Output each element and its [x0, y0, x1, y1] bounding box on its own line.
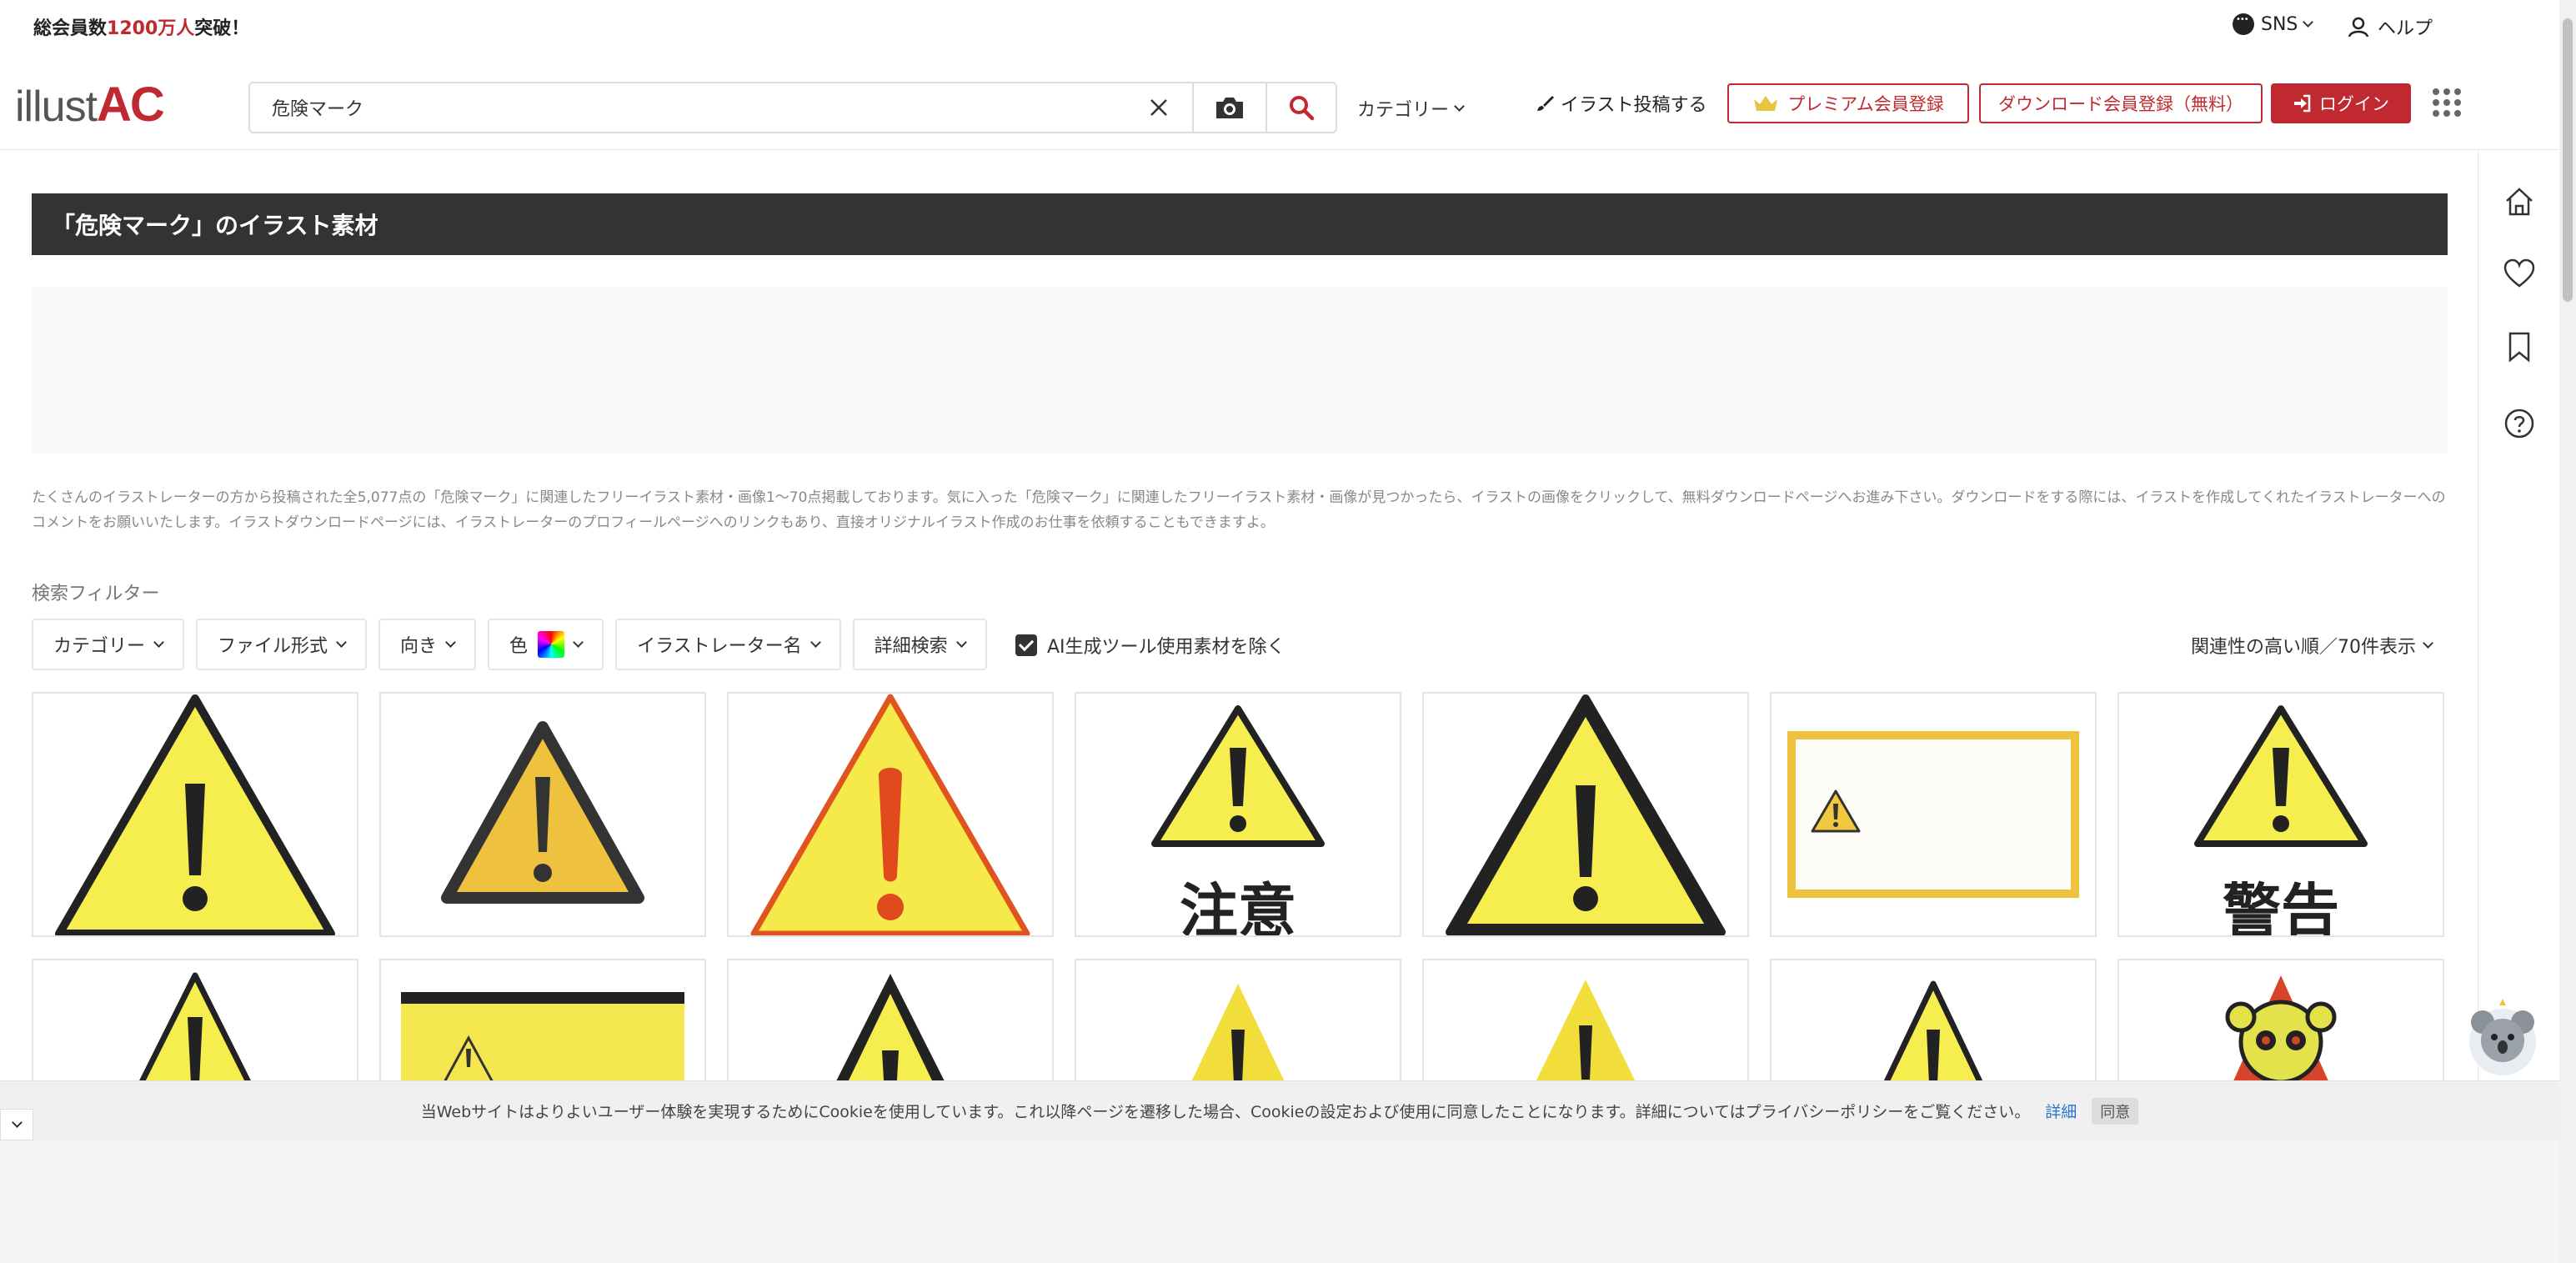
home-icon[interactable]	[2501, 183, 2538, 220]
logo-text-illust: illust	[15, 83, 98, 131]
login-label: ログイン	[2319, 94, 2389, 114]
sign-in-icon	[2294, 94, 2311, 113]
page-footer-area	[0, 1140, 2559, 1263]
chevron-down-icon	[11, 1117, 23, 1128]
filter-file-format-label: ファイル形式	[218, 636, 328, 657]
warning-triangle-image	[441, 721, 644, 904]
scrollbar-thumb[interactable]	[2563, 18, 2573, 302]
filter-orientation-label: 向き	[400, 636, 438, 657]
logo-text-ac: AC	[97, 78, 165, 132]
cookie-agree-button[interactable]: 同意	[2092, 1097, 2139, 1125]
filter-category[interactable]: カテゴリー	[32, 619, 185, 670]
chevron-down-icon	[336, 637, 347, 648]
bookmark-icon[interactable]	[2501, 328, 2538, 365]
search-filters: カテゴリー ファイル形式 向き 色 イラストレーター名 詳細検索	[32, 619, 987, 670]
filter-color[interactable]: 色	[488, 619, 604, 670]
chevron-down-icon	[573, 637, 584, 648]
page-description: たくさんのイラストレーターの方から投稿された全5,077点の「危険マーク」に関連…	[32, 489, 2446, 531]
koala-mascot-icon	[2469, 999, 2536, 1075]
page-title: 「危険マーク」のイラスト素材	[32, 193, 2448, 255]
clear-search-button[interactable]	[1125, 83, 1192, 132]
result-card[interactable]	[1422, 692, 1749, 937]
cookie-detail-link[interactable]: 詳細	[2045, 1100, 2077, 1122]
result-card[interactable]	[379, 692, 706, 937]
site-header: illustAC カテゴリー イラスト投稿する プレミアム会員登録 ダウンロード…	[0, 60, 2559, 150]
page-scrollbar[interactable]	[2559, 0, 2576, 1263]
chevron-down-icon	[2303, 17, 2314, 28]
ai-exclude-checkbox[interactable]: AI生成ツール使用素材を除く	[1015, 632, 1285, 659]
chevron-down-icon	[153, 637, 164, 648]
member-count: 1200万人	[107, 18, 195, 39]
result-card[interactable]: 警告	[2117, 692, 2444, 937]
color-swatch-icon	[538, 631, 565, 658]
ai-exclude-label: AI生成ツール使用素材を除く	[1047, 637, 1285, 658]
right-side-rail	[2478, 150, 2559, 1084]
warning-triangle-image	[1446, 694, 1726, 935]
site-logo[interactable]: illustAC	[15, 77, 165, 133]
search-icon	[1290, 96, 1315, 121]
result-card[interactable]: 注意	[1075, 692, 1401, 937]
chevron-down-icon	[1454, 101, 1465, 112]
member-suffix: 突破！	[194, 18, 250, 39]
help-link[interactable]: ヘルプ	[2348, 13, 2433, 40]
sns-menu[interactable]: SNS	[2233, 13, 2314, 35]
crown-icon	[1754, 96, 1778, 111]
chevron-down-icon	[955, 637, 967, 648]
filter-illustrator[interactable]: イラストレーター名	[615, 619, 841, 670]
cookie-message: 当Webサイトはよりよいユーザー体験を実現するためにCookieを使用しています…	[420, 1103, 2031, 1121]
download-register-button[interactable]: ダウンロード会員登録（無料）	[1979, 83, 2263, 123]
chevron-down-icon	[809, 637, 821, 648]
collapse-banner-button[interactable]	[0, 1109, 33, 1140]
login-button[interactable]: ログイン	[2271, 83, 2411, 123]
filter-advanced[interactable]: 詳細検索	[852, 619, 987, 670]
download-register-label: ダウンロード会員登録（無料）	[1998, 94, 2243, 114]
chat-mascot-button[interactable]	[2466, 997, 2539, 1080]
post-label: イラスト投稿する	[1561, 95, 1707, 116]
post-illust-link[interactable]: イラスト投稿する	[1536, 90, 1707, 117]
category-dropdown[interactable]: カテゴリー	[1357, 95, 1465, 122]
sort-label: 関連性の高い順／70件表示	[2191, 637, 2416, 658]
warning-triangle-image	[750, 694, 1030, 935]
category-label: カテゴリー	[1357, 100, 1450, 121]
cookie-banner: 当Webサイトはよりよいユーザー体験を実現するためにCookieを使用しています…	[0, 1080, 2559, 1140]
brush-icon	[1537, 96, 1554, 111]
chevron-down-icon	[2423, 638, 2433, 649]
help-circle-icon[interactable]	[2501, 405, 2538, 442]
chat-bubble-icon	[2233, 13, 2254, 35]
filter-orientation[interactable]: 向き	[378, 619, 477, 670]
premium-register-button[interactable]: プレミアム会員登録	[1727, 83, 1969, 123]
image-search-button[interactable]	[1192, 83, 1265, 132]
filter-category-label: カテゴリー	[53, 636, 146, 657]
filter-advanced-label: 詳細検索	[874, 636, 948, 657]
premium-label: プレミアム会員登録	[1787, 94, 1944, 114]
member-prefix: 総会員数	[33, 18, 108, 39]
card-sign-text: 警告	[2223, 877, 2339, 937]
ad-slot	[32, 287, 2448, 454]
search-button[interactable]	[1265, 83, 1336, 132]
search-bar	[248, 82, 1337, 133]
camera-icon	[1216, 98, 1243, 118]
card-sign-text: 注意	[1180, 877, 1296, 937]
top-bar: 総会員数1200万人突破！ SNS ヘルプ	[0, 0, 2559, 53]
filter-file-format[interactable]: ファイル形式	[196, 619, 368, 670]
warning-frame-image	[1787, 731, 2079, 898]
checkbox-checked-icon	[1015, 634, 1037, 656]
warning-triangle-image	[55, 694, 335, 935]
filter-illustrator-label: イラストレーター名	[637, 636, 802, 657]
result-card[interactable]	[727, 692, 1054, 937]
help-label: ヘルプ	[2378, 18, 2433, 39]
user-headset-icon	[2348, 17, 2369, 38]
heart-icon[interactable]	[2501, 255, 2538, 292]
sns-label: SNS	[2261, 13, 2298, 35]
search-input[interactable]	[250, 83, 1125, 132]
member-count-banner: 総会員数1200万人突破！	[33, 13, 249, 40]
filter-color-label: 色	[509, 636, 529, 657]
apps-grid-icon[interactable]	[2433, 88, 2461, 117]
sort-dropdown[interactable]: 関連性の高い順／70件表示	[2191, 632, 2433, 659]
filter-heading: 検索フィルター	[32, 584, 160, 604]
result-card[interactable]	[1770, 692, 2097, 937]
close-icon	[1150, 99, 1167, 116]
chevron-down-icon	[445, 637, 456, 648]
result-card[interactable]	[32, 692, 358, 937]
